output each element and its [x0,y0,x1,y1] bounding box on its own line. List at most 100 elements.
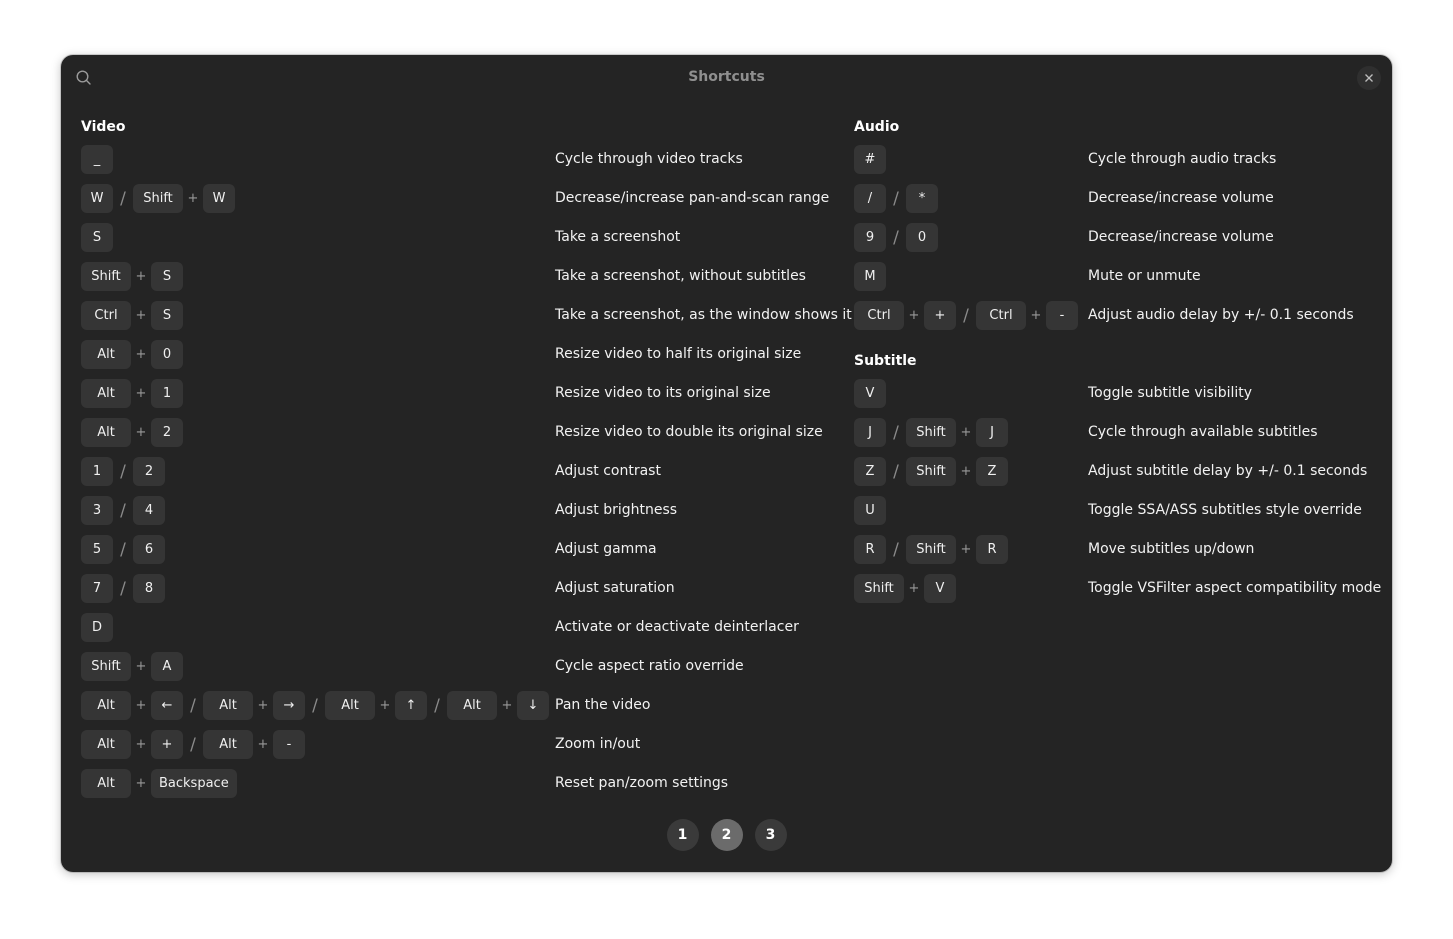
shortcut-description: Adjust brightness [555,502,678,518]
shortcut-row: Alt +2 Resize video to double its original… [81,418,861,457]
shortcut-row: 9 / 0 Decrease/increase volume [854,223,1374,262]
keycap: W [203,184,235,213]
shortcut-description: Toggle subtitle visibility [1088,385,1253,401]
shortcut-description: Zoom in/out [555,736,641,752]
alternative-separator: / [963,305,969,326]
plus-separator: + [135,269,147,284]
plus-separator: + [135,698,147,713]
keycap: 6 [133,535,165,564]
key-combination: Shift + V [854,574,956,603]
keycap: - [1046,301,1078,330]
key-combination: Alt + + / Alt + - [81,730,305,759]
shortcut-description: Cycle through video tracks [555,151,743,167]
shortcut-description: Adjust contrast [555,463,661,479]
shortcut-row: V Toggle subtitle visibility [854,379,1374,418]
close-icon [1365,74,1373,82]
key-combination: / / * [854,184,938,213]
shortcut-row: S Take a screenshot [81,223,861,262]
key-combination: Shift + A [81,652,183,681]
shortcut-row: 3 / 4 Adjust brightness [81,496,861,535]
shortcut-row: D Activate or deactivate deinterlacer [81,613,861,652]
keycap: 9 [854,223,886,252]
plus-separator: + [960,425,972,440]
shortcut-row: W / Shift + W Decrease/increase pan-and-scan … [81,184,861,223]
keycap: 8 [133,574,165,603]
shortcut-row: U Toggle SSA/ASS subtitles style override [854,496,1374,535]
key-combination: 5 / 6 [81,535,165,564]
keycap: * [906,184,938,213]
keycap: Alt [447,691,497,720]
shortcut-description: Move subtitles up/down [1088,541,1255,557]
keycap: Alt [81,691,131,720]
keycap: Shift [854,574,904,603]
shortcut-row: _ Cycle through video tracks [81,145,861,184]
page-button-2[interactable]: 2 [710,819,743,851]
keycap: # [854,145,886,174]
keycap: → [273,691,305,720]
shortcut-row: Alt +1 Resize video to its original size [81,379,861,418]
plus-separator: + [379,698,391,713]
keycap: S [81,223,113,252]
shortcut-description: Mute or unmute [1088,268,1201,284]
key-combination: Alt +2 [81,418,183,447]
keycap: W [81,184,113,213]
keycap: Ctrl [81,301,131,330]
alternative-separator: / [893,461,899,482]
shortcut-description: Cycle aspect ratio override [555,658,744,674]
keycap: - [273,730,305,759]
key-combination: V [854,379,886,408]
keycap: R [854,535,886,564]
alternative-separator: / [120,500,126,521]
keycap: Shift [81,652,131,681]
key-combination: # [854,145,886,174]
plus-separator: + [501,698,513,713]
keycap: 2 [133,457,165,486]
section-video: Video _ Cycle through video tracks W / Shift… [81,117,861,808]
alternative-separator: / [434,695,440,716]
alternative-separator: / [893,539,899,560]
section-title: Audio [854,119,900,135]
alternative-separator: / [120,539,126,560]
shortcut-row: Shift + V Toggle VSFilter aspect compatibil… [854,574,1381,613]
keycap: Ctrl [854,301,904,330]
plus-separator: + [135,776,147,791]
keycap: + [151,730,183,759]
alternative-separator: / [120,188,126,209]
shortcut-row: 5 / 6 Adjust gamma [81,535,861,574]
keycap: 2 [151,418,183,447]
keycap: Z [854,457,886,486]
keycap: ↓ [517,691,549,720]
key-combination: Shift + S [81,262,183,291]
plus-separator: + [135,347,147,362]
shortcut-description: Toggle SSA/ASS subtitles style override [1088,502,1362,518]
shortcut-row: / / * Decrease/increase volume [854,184,1374,223]
keycap: D [81,613,113,642]
page-button-1[interactable]: 1 [666,819,699,851]
keycap: Shift [81,262,131,291]
keycap: Alt [81,730,131,759]
key-combination: U [854,496,886,525]
plus-separator: + [135,659,147,674]
key-combination: Alt +0 [81,340,183,369]
shortcut-description: Resize video to half its original size [555,346,802,362]
page-switcher: 123 [61,819,1392,851]
keycap: M [854,262,886,291]
page-button-3[interactable]: 3 [754,819,787,851]
section-subtitle: Subtitle V Toggle subtitle visibility J / Sh… [854,351,1381,613]
keycap: A [151,652,183,681]
plus-separator: + [135,737,147,752]
keycap: Shift [906,535,956,564]
close-button[interactable] [1357,66,1381,90]
shortcut-row: Shift + A Cycle aspect ratio override [81,652,861,691]
shortcut-row: Ctrl + S Take a screenshot, as the window s… [81,301,861,340]
shortcut-row: Alt + ← / Alt + → / Alt + ↑ / Alt + ↓ Pan the video [81,691,861,730]
keycap: V [854,379,886,408]
keycap: Alt [81,379,131,408]
key-combination: Alt + Backspace [81,769,237,798]
keycap: Shift [906,418,956,447]
keycap: Shift [133,184,183,213]
keycap: 7 [81,574,113,603]
keycap: Shift [906,457,956,486]
shortcut-description: Cycle through available subtitles [1088,424,1318,440]
keycap: Z [976,457,1008,486]
